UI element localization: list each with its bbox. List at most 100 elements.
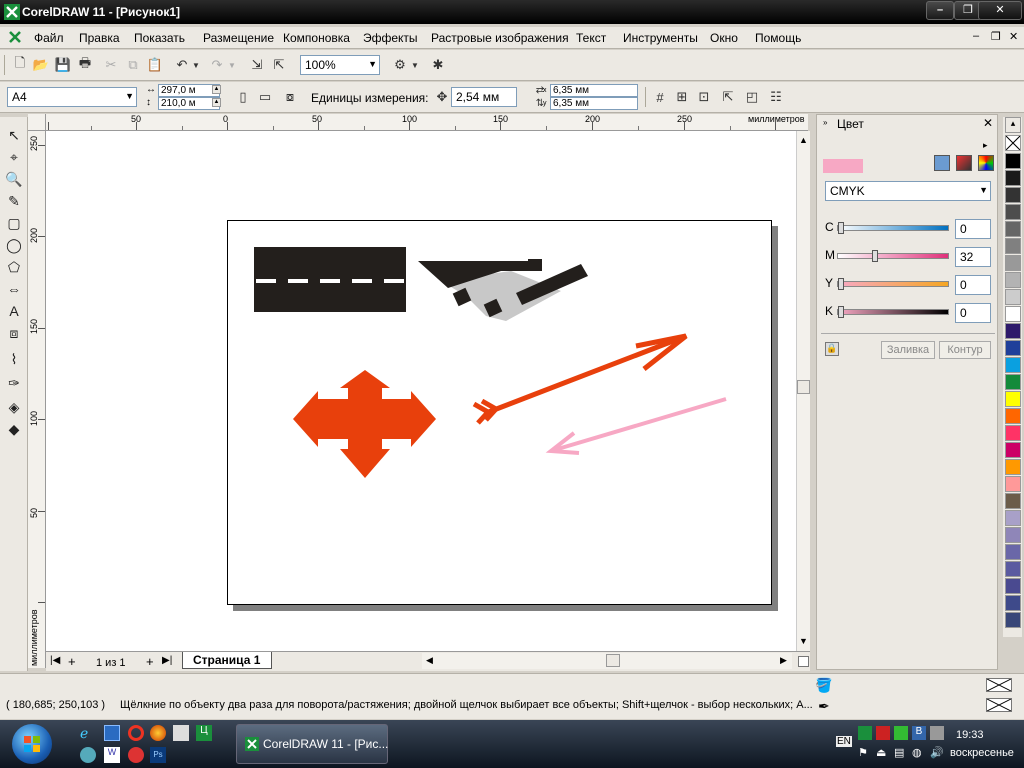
doc-minimize-button[interactable]: – [973, 30, 979, 42]
slider-thumb[interactable] [838, 222, 844, 234]
pink-arrow-shape[interactable] [545, 397, 727, 455]
menu-layout[interactable]: Размещение [203, 31, 274, 45]
app-icon[interactable]: Ц [196, 725, 212, 741]
palette-scroll-up-icon[interactable]: ▴ [1005, 117, 1021, 133]
launcher-dropdown-icon[interactable]: ▼ [410, 55, 420, 75]
menu-edit[interactable]: Правка [79, 31, 120, 45]
nudge-field[interactable]: 2,54 мм [451, 87, 517, 107]
snap-grid-icon[interactable]: # [650, 87, 670, 107]
palette-swatch[interactable] [1005, 238, 1021, 254]
tray-usb-icon[interactable]: ⏏ [876, 746, 890, 760]
orange-cross-shape[interactable] [293, 370, 436, 478]
undo-dropdown-icon[interactable]: ▼ [191, 55, 201, 75]
tray-globe-icon[interactable]: ◍ [912, 746, 926, 760]
tray-antivirus-icon[interactable] [876, 726, 890, 740]
snap-objects-icon[interactable]: ⊡ [694, 87, 714, 107]
channel-slider[interactable] [837, 250, 949, 262]
minimize-button[interactable]: – [926, 1, 954, 20]
menu-effects[interactable]: Эффекты [363, 31, 418, 45]
ie-icon[interactable]: ℯ [80, 725, 96, 741]
eyedropper-tool-icon[interactable]: ⌇ [4, 349, 24, 369]
palette-swatch[interactable] [1005, 425, 1021, 441]
duplicate-x-field[interactable]: 6,35 мм [550, 84, 638, 97]
text-tool-icon[interactable]: A [4, 301, 24, 321]
slider-thumb[interactable] [838, 306, 844, 318]
no-color-swatch[interactable] [1005, 135, 1021, 151]
opera-icon[interactable] [128, 725, 144, 741]
docker-menu-icon[interactable]: ▸ [983, 140, 988, 151]
menu-text[interactable]: Текст [576, 31, 606, 45]
horizontal-scrollbar[interactable]: ◀ ▶ [422, 653, 792, 669]
open-icon[interactable]: 📂 [31, 55, 51, 75]
palette-swatch[interactable] [1005, 612, 1021, 628]
palette-swatch[interactable] [1005, 374, 1021, 390]
print-icon[interactable]: 🖶 [75, 55, 95, 75]
tray-keyboard-icon[interactable] [930, 726, 944, 740]
pick-tool-icon[interactable]: ↖ [4, 125, 24, 145]
menu-help[interactable]: Помощь [755, 31, 801, 45]
language-indicator[interactable]: EN [836, 736, 852, 747]
new-document-icon[interactable]: 🗋 [10, 55, 30, 75]
palette-swatch[interactable] [1005, 442, 1021, 458]
palette-swatch[interactable] [1005, 170, 1021, 186]
page-layout-icon[interactable]: ⧇ [280, 87, 300, 107]
vertical-scrollbar[interactable]: ▲ ▼ [796, 131, 810, 651]
palette-swatch[interactable] [1005, 306, 1021, 322]
desktop-icon[interactable] [104, 725, 120, 741]
word-icon[interactable]: W [104, 747, 120, 763]
cut-icon[interactable]: ✂ [101, 55, 121, 75]
portrait-icon[interactable]: ▯ [233, 87, 253, 107]
palette-swatch[interactable] [1005, 408, 1021, 424]
palette-swatch[interactable] [1005, 187, 1021, 203]
vertical-scroll-thumb[interactable] [797, 380, 810, 394]
palette-swatch[interactable] [1005, 357, 1021, 373]
redo-dropdown-icon[interactable]: ▼ [227, 55, 237, 75]
menu-window[interactable]: Окно [710, 31, 738, 45]
width-spinner-up-icon[interactable]: ▲ [212, 85, 221, 94]
close-button[interactable]: ✕ [978, 1, 1022, 20]
save-icon[interactable]: 💾 [53, 55, 73, 75]
channel-slider[interactable] [837, 222, 949, 234]
calendar-icon[interactable] [173, 725, 189, 741]
page-tab[interactable]: Страница 1 [182, 652, 272, 669]
collapse-docker-icon[interactable]: » [823, 118, 827, 127]
menu-file[interactable]: Файл [34, 31, 64, 45]
clock-time[interactable]: 19:33 [956, 729, 984, 741]
copy-icon[interactable]: ⧉ [123, 55, 143, 75]
outline-tool-icon[interactable]: ✑ [4, 373, 24, 393]
first-page-icon[interactable]: |◀ [50, 655, 60, 666]
photoshop-icon[interactable]: Ps [150, 747, 166, 763]
duplicate-y-field[interactable]: 6,35 мм [550, 97, 638, 110]
scroll-left-icon[interactable]: ◀ [426, 655, 433, 666]
menu-view[interactable]: Показать [134, 31, 185, 45]
redo-icon[interactable]: ↷ [207, 55, 227, 75]
channel-value-field[interactable]: 0 [955, 219, 991, 239]
vertical-ruler[interactable]: 250 200 150 100 50 миллиметров [28, 131, 46, 668]
scroll-down-icon[interactable]: ▼ [799, 636, 808, 646]
rectangle-tool-icon[interactable]: ▢ [4, 213, 24, 233]
color-palettes-mode-icon[interactable] [978, 155, 994, 171]
horizontal-ruler[interactable]: 50 0 50 100 150 200 250 миллиметров [46, 114, 808, 131]
export-icon[interactable]: ⇱ [269, 55, 289, 75]
color-sliders-mode-icon[interactable] [934, 155, 950, 171]
menu-arrange[interactable]: Компоновка [283, 31, 350, 45]
page-width-field[interactable]: 297,0 м [158, 84, 220, 97]
tray-icq-icon[interactable] [894, 726, 908, 740]
palette-swatch[interactable] [1005, 153, 1021, 169]
landscape-icon[interactable]: ▭ [255, 87, 275, 107]
drawing-canvas[interactable] [46, 131, 796, 651]
taskbar-task-coreldraw[interactable]: CorelDRAW 11 - [Рис... [236, 724, 388, 764]
palette-swatch[interactable] [1005, 493, 1021, 509]
zoom-tool-icon[interactable]: 🔍 [4, 169, 24, 189]
snap-guidelines-icon[interactable]: ⊞ [672, 87, 692, 107]
navigator-icon[interactable] [798, 656, 809, 667]
channel-slider[interactable] [837, 306, 949, 318]
treat-as-filled-icon[interactable]: ◰ [742, 87, 762, 107]
app-menu-icon[interactable] [8, 30, 22, 44]
doc-restore-button[interactable]: ❐ [991, 30, 1001, 43]
freehand-tool-icon[interactable]: ✎ [4, 191, 24, 211]
slider-thumb[interactable] [838, 278, 844, 290]
menu-bitmaps[interactable]: Растровые изображения [431, 31, 569, 45]
color-model-select[interactable]: CMYK ▼ [825, 181, 991, 201]
slider-thumb[interactable] [871, 250, 878, 262]
